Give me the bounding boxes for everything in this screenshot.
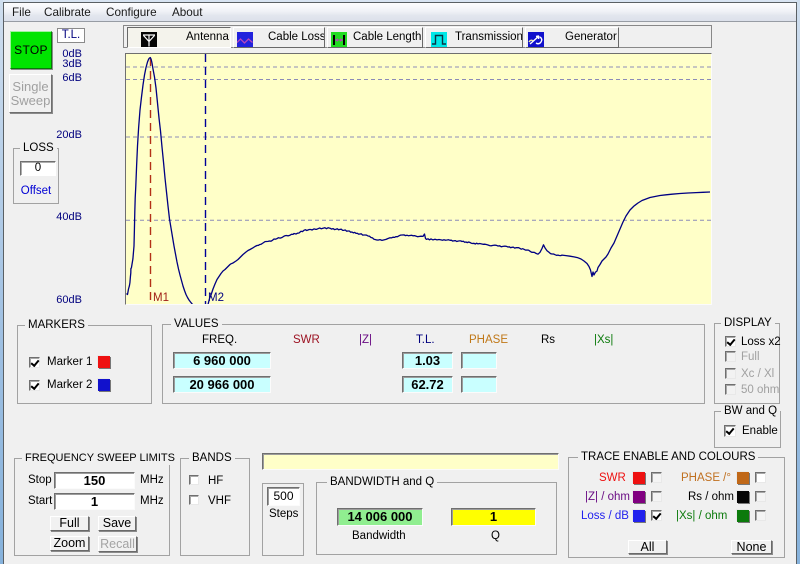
svg-text:M1: M1: [153, 292, 169, 304]
svg-text:M2: M2: [208, 292, 224, 304]
